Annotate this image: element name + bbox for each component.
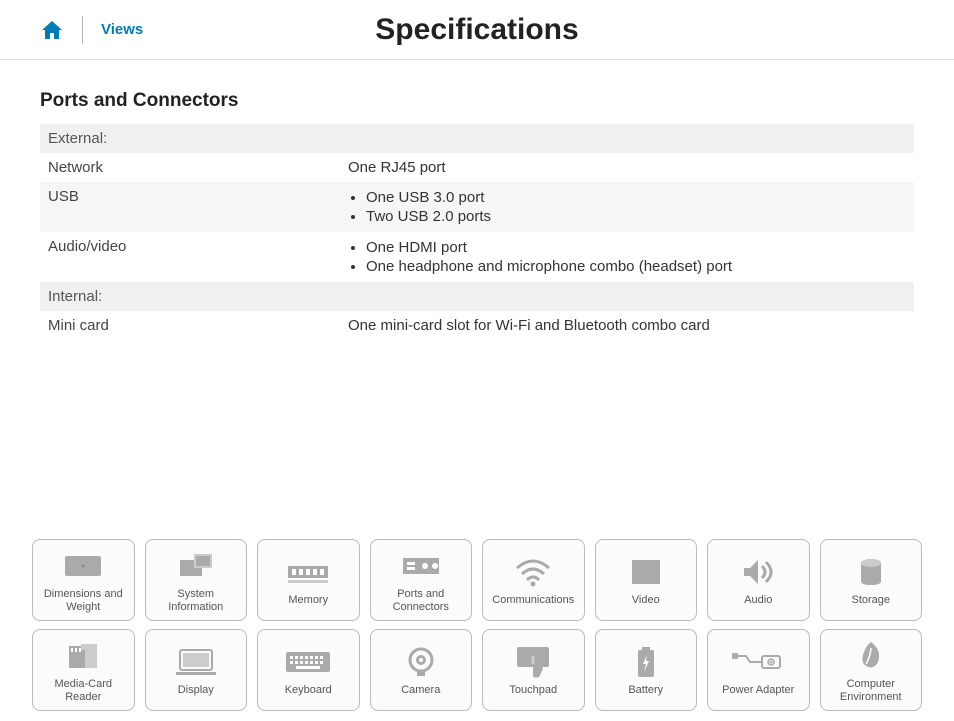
section-title: Ports and Connectors [40, 90, 914, 112]
nav-tile-memory[interactable]: Memory [257, 539, 360, 621]
home-icon[interactable] [40, 19, 64, 41]
touchpad-icon [505, 642, 561, 682]
ports-icon [393, 546, 449, 586]
nav-tile-label: Ports and Connectors [375, 588, 468, 614]
nav-tile-label: Media-Card Reader [37, 678, 130, 704]
nav-tile-label: Storage [851, 594, 890, 607]
spec-value: One USB 3.0 portTwo USB 2.0 ports [340, 182, 914, 232]
nav-tile-label: Communications [492, 594, 574, 607]
table-row: Mini cardOne mini-card slot for Wi-Fi an… [40, 311, 914, 340]
spec-value: One RJ45 port [340, 153, 914, 182]
spec-value: One mini-card slot for Wi-Fi and Bluetoo… [340, 311, 914, 340]
nav-tile-communications[interactable]: Communications [482, 539, 585, 621]
spec-label: USB [40, 182, 340, 232]
spec-list-item: One USB 3.0 port [366, 188, 906, 207]
nav-tile-label: Audio [744, 594, 772, 607]
spec-list-item: One HDMI port [366, 238, 906, 257]
nav-tile-label: System Information [150, 588, 243, 614]
spec-label: Network [40, 153, 340, 182]
spec-label: Mini card [40, 311, 340, 340]
nav-row: Dimensions and Weight System Information M… [32, 539, 922, 621]
nav-tile-label: Touchpad [509, 684, 557, 697]
power-adapter-icon [730, 642, 786, 682]
spec-list-item: Two USB 2.0 ports [366, 207, 906, 226]
nav-tile-label: Video [632, 594, 660, 607]
camera-icon [393, 642, 449, 682]
battery-icon [618, 642, 674, 682]
memory-icon [280, 552, 336, 592]
nav-tile-label: Memory [288, 594, 328, 607]
system-info-icon [168, 546, 224, 586]
nav-tile-system-info[interactable]: System Information [145, 539, 248, 621]
dimensions-icon [55, 546, 111, 586]
display-icon [168, 642, 224, 682]
nav-tile-label: Display [178, 684, 214, 697]
keyboard-icon [280, 642, 336, 682]
spec-label: Audio/video [40, 232, 340, 282]
table-row: NetworkOne RJ45 port [40, 153, 914, 182]
nav-tile-label: Keyboard [285, 684, 332, 697]
nav-tile-touchpad[interactable]: Touchpad [482, 629, 585, 711]
nav-tile-camera[interactable]: Camera [370, 629, 473, 711]
nav-tile-label: Camera [401, 684, 440, 697]
table-row: Audio/videoOne HDMI portOne headphone an… [40, 232, 914, 282]
spec-list-item: One headphone and microphone combo (head… [366, 257, 906, 276]
nav-tile-battery[interactable]: Battery [595, 629, 698, 711]
nav-tile-storage[interactable]: Storage [820, 539, 923, 621]
table-group-header: Internal: [40, 282, 914, 311]
nav-tile-label: Battery [628, 684, 663, 697]
header-left: Views [0, 16, 143, 44]
header: Views Specifications [0, 0, 954, 60]
storage-icon [843, 552, 899, 592]
nav-tile-environment[interactable]: Computer Environment [820, 629, 923, 711]
nav-tile-label: Power Adapter [722, 684, 794, 697]
views-link[interactable]: Views [101, 21, 143, 38]
nav-tile-audio[interactable]: Audio [707, 539, 810, 621]
nav-row: Media-Card Reader Display Keyboard Camera To… [32, 629, 922, 711]
table-group-header: External: [40, 124, 914, 153]
spec-table: External:NetworkOne RJ45 portUSBOne USB … [40, 124, 914, 340]
communications-icon [505, 552, 561, 592]
nav-tile-keyboard[interactable]: Keyboard [257, 629, 360, 711]
video-icon [618, 552, 674, 592]
spec-value: One HDMI portOne headphone and microphon… [340, 232, 914, 282]
table-row: USBOne USB 3.0 portTwo USB 2.0 ports [40, 182, 914, 232]
nav-tile-ports[interactable]: Ports and Connectors [370, 539, 473, 621]
nav-tile-power-adapter[interactable]: Power Adapter [707, 629, 810, 711]
header-divider [82, 16, 83, 44]
environment-icon [843, 636, 899, 676]
nav-tile-display[interactable]: Display [145, 629, 248, 711]
audio-icon [730, 552, 786, 592]
nav-tile-dimensions[interactable]: Dimensions and Weight [32, 539, 135, 621]
nav-tile-label: Computer Environment [825, 678, 918, 704]
content: Ports and Connectors External:NetworkOne… [0, 60, 954, 340]
nav-grid: Dimensions and Weight System Information M… [0, 539, 954, 711]
media-card-icon [55, 636, 111, 676]
nav-tile-label: Dimensions and Weight [37, 588, 130, 614]
nav-tile-video[interactable]: Video [595, 539, 698, 621]
nav-tile-media-card[interactable]: Media-Card Reader [32, 629, 135, 711]
